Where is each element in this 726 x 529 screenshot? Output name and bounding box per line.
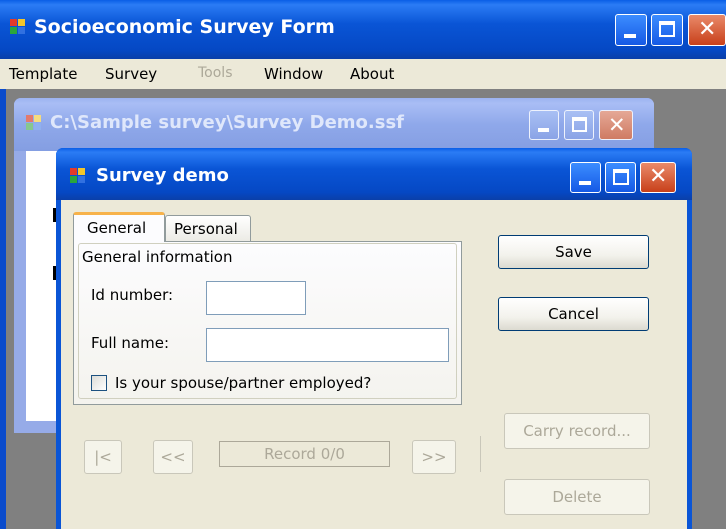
dialog-minimize-button[interactable] (570, 162, 601, 193)
main-window-title: Socioeconomic Survey Form (34, 16, 335, 38)
first-record-button[interactable]: |< (84, 440, 122, 474)
tab-personal-label: Personal (174, 220, 238, 238)
close-icon: ✕ (649, 164, 668, 189)
maximize-icon (659, 21, 675, 37)
dialog-maximize-button[interactable] (605, 162, 636, 193)
tab-general-label: General (87, 219, 147, 237)
survey-dialog: Survey demo ✕ General Personal General i… (56, 148, 692, 529)
full-name-input[interactable] (206, 328, 449, 362)
spouse-employed-checkbox[interactable] (91, 375, 107, 391)
app-icon (70, 168, 86, 184)
delete-button[interactable]: Delete (504, 479, 650, 515)
minimize-button[interactable] (615, 14, 647, 46)
dialog-client: General Personal General information Id … (61, 200, 687, 529)
minimize-icon (579, 181, 591, 185)
main-left-frame (0, 89, 6, 529)
previous-record-button[interactable]: << (153, 440, 193, 474)
menu-tools[interactable]: Tools (198, 65, 233, 81)
record-indicator: Record 0/0 (219, 441, 390, 467)
dialog-close-button[interactable]: ✕ (640, 162, 676, 193)
general-info-group: General information Id number: Full name… (78, 243, 457, 399)
maximize-icon (572, 117, 587, 132)
minimize-icon (624, 34, 636, 38)
menu-about[interactable]: About (350, 65, 394, 83)
doc-maximize-button[interactable] (564, 110, 594, 140)
dialog-title: Survey demo (96, 165, 229, 186)
app-icon (26, 115, 42, 131)
group-title: General information (82, 248, 233, 266)
previous-record-icon: << (160, 448, 186, 466)
cancel-button[interactable]: Cancel (498, 297, 649, 331)
main-titlebar[interactable]: Socioeconomic Survey Form ✕ (0, 0, 726, 59)
menu-bar: Template Survey Tools Window About (0, 59, 726, 89)
tab-page-general: General information Id number: Full name… (73, 241, 462, 405)
document-window-title: C:\Sample survey\Survey Demo.ssf (50, 112, 404, 133)
next-record-icon: >> (421, 448, 447, 466)
record-indicator-text: Record 0/0 (264, 445, 345, 463)
menu-survey[interactable]: Survey (105, 65, 157, 83)
id-number-input[interactable] (206, 281, 306, 315)
id-number-label: Id number: (91, 286, 174, 304)
maximize-icon (613, 169, 629, 185)
minimize-icon (538, 128, 549, 132)
dialog-titlebar[interactable]: Survey demo ✕ (56, 148, 692, 200)
tab-general[interactable]: General (73, 212, 165, 242)
close-icon: ✕ (608, 113, 626, 137)
full-name-label: Full name: (91, 334, 170, 352)
document-titlebar[interactable]: C:\Sample survey\Survey Demo.ssf ✕ (14, 98, 654, 151)
tab-personal[interactable]: Personal (165, 215, 251, 241)
close-button[interactable]: ✕ (688, 14, 726, 46)
spouse-employed-label[interactable]: Is your spouse/partner employed? (115, 374, 371, 392)
menu-template[interactable]: Template (9, 65, 77, 83)
app-icon (10, 19, 26, 35)
menu-window[interactable]: Window (264, 65, 323, 83)
doc-close-button[interactable]: ✕ (599, 110, 633, 140)
save-button[interactable]: Save (498, 235, 649, 269)
carry-record-button[interactable]: Carry record... (504, 413, 650, 449)
first-record-icon: |< (94, 448, 112, 466)
maximize-button[interactable] (651, 14, 683, 46)
doc-minimize-button[interactable] (529, 110, 559, 140)
next-record-button[interactable]: >> (412, 440, 456, 474)
close-icon: ✕ (698, 17, 717, 42)
nav-overflow-edge (480, 436, 485, 472)
